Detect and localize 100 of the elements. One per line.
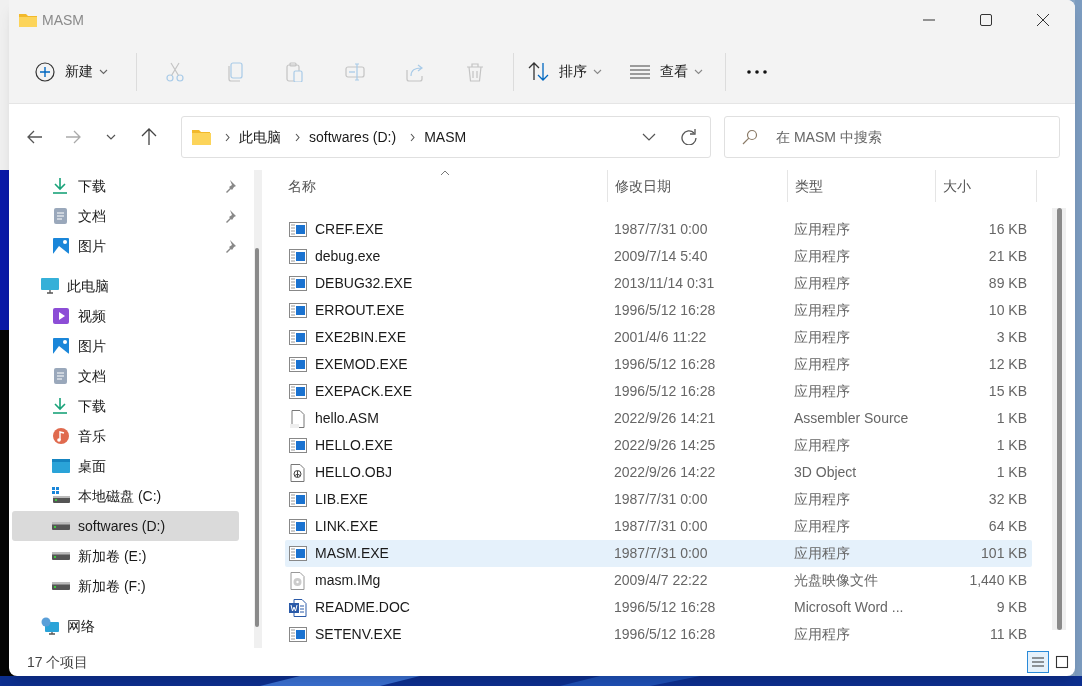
new-button[interactable]: 新建 bbox=[27, 51, 116, 92]
table-cell-text: 1 KB bbox=[995, 436, 1027, 455]
column-header[interactable]: 名称 bbox=[285, 170, 607, 202]
chevron-icon bbox=[295, 132, 301, 142]
file-row[interactable]: SETENV.EXE 1996/5/12 16:28 应用程序 11 KB bbox=[285, 621, 1032, 648]
column-header[interactable]: 修改日期 bbox=[607, 170, 787, 202]
chevron-icon bbox=[642, 133, 656, 141]
table-cell-text: 应用程序 bbox=[793, 517, 851, 536]
drive-icon bbox=[52, 582, 70, 590]
column-header[interactable]: 大小 bbox=[935, 170, 1037, 202]
network-icon bbox=[41, 617, 59, 635]
table-cell-text: 2013/11/14 0:31 bbox=[613, 274, 716, 293]
address-bar[interactable]: 此电脑 softwares (D:) MASM bbox=[181, 116, 711, 158]
breadcrumb-link[interactable]: 此电脑 bbox=[239, 126, 281, 148]
file-row[interactable]: EXE2BIN.EXE 2001/4/6 11:22 应用程序 3 KB bbox=[285, 324, 1032, 351]
tile-view-icon bbox=[1054, 654, 1070, 670]
file-row[interactable]: README.DOC 1996/5/12 16:28 Microsoft Word ... 9 KB bbox=[285, 594, 1032, 621]
sidebar-item[interactable]: 文档 bbox=[12, 201, 239, 231]
file-row[interactable]: ERROUT.EXE 1996/5/12 16:28 应用程序 10 KB bbox=[285, 297, 1032, 324]
item-count: 17 个项目 bbox=[27, 652, 89, 672]
application-icon bbox=[289, 301, 307, 320]
sort-button[interactable]: 排序 bbox=[520, 51, 610, 92]
sidebar-item[interactable]: 新加卷 (E:) bbox=[12, 541, 239, 571]
file-name: ERROUT.EXE bbox=[315, 301, 405, 320]
sidebar-item[interactable]: 文档 bbox=[12, 361, 239, 391]
table-cell-text: 应用程序 bbox=[793, 220, 851, 239]
copy-icon bbox=[225, 61, 245, 82]
sidebar-item[interactable]: 下载 bbox=[12, 171, 239, 201]
table-cell-text: 1 KB bbox=[995, 409, 1027, 428]
minimize-icon bbox=[922, 19, 935, 21]
sidebar-item[interactable]: 下载 bbox=[12, 391, 239, 421]
file-row[interactable]: LINK.EXE 1987/7/31 0:00 应用程序 64 KB bbox=[285, 513, 1032, 540]
sort-icon bbox=[528, 61, 549, 82]
arrow-icon bbox=[27, 129, 43, 145]
file-row[interactable]: EXEPACK.EXE 1996/5/12 16:28 应用程序 15 KB bbox=[285, 378, 1032, 405]
sidebar-item[interactable]: 音乐 bbox=[12, 421, 239, 451]
table-cell-text: 32 KB bbox=[987, 490, 1027, 509]
table-cell-text: 1987/7/31 0:00 bbox=[613, 517, 709, 536]
sidebar-item[interactable]: 此电脑 bbox=[12, 271, 239, 301]
file-name: EXEPACK.EXE bbox=[315, 382, 412, 401]
file-row[interactable]: LIB.EXE 1987/7/31 0:00 应用程序 32 KB bbox=[285, 486, 1032, 513]
table-cell-text: Assembler Source bbox=[793, 409, 910, 428]
table-cell-text: 1987/7/31 0:00 bbox=[613, 544, 709, 563]
scrollbar[interactable] bbox=[254, 170, 262, 648]
table-cell-text: 11 KB bbox=[988, 625, 1027, 644]
file-row[interactable]: hello.ASM 2022/9/26 14:21 Assembler Source 1 KB bbox=[285, 405, 1032, 432]
application-icon bbox=[289, 517, 307, 536]
sidebar-item[interactable]: 图片 bbox=[12, 331, 239, 361]
file-row[interactable]: EXEMOD.EXE 1996/5/12 16:28 应用程序 12 KB bbox=[285, 351, 1032, 378]
table-cell-text: 12 KB bbox=[987, 355, 1027, 374]
file-name: README.DOC bbox=[315, 598, 410, 617]
sidebar-item[interactable]: 网络 bbox=[12, 611, 239, 641]
refresh-icon bbox=[681, 129, 697, 145]
application-icon bbox=[289, 544, 307, 563]
file-row[interactable]: CREF.EXE 1987/7/31 0:00 应用程序 16 KB bbox=[285, 216, 1032, 243]
file-name: MASM.EXE bbox=[315, 544, 389, 563]
document-icon bbox=[52, 207, 70, 225]
table-cell-text: 16 KB bbox=[987, 220, 1027, 239]
sidebar-item[interactable]: 本地磁盘 (C:) bbox=[12, 481, 239, 511]
sort-caret-icon bbox=[440, 170, 450, 176]
file-row[interactable]: masm.IMg 2009/4/7 22:22 光盘映像文件 1,440 KB bbox=[285, 567, 1032, 594]
application-icon bbox=[289, 274, 307, 293]
monitor-icon bbox=[41, 277, 59, 295]
chevron-icon bbox=[694, 68, 703, 75]
drive-icon bbox=[52, 487, 70, 505]
table-cell-text: 2022/9/26 14:22 bbox=[613, 463, 717, 482]
table-cell-text: 64 KB bbox=[987, 517, 1027, 536]
close-icon bbox=[1036, 14, 1049, 26]
chevron-icon bbox=[225, 132, 231, 142]
scrollbar[interactable] bbox=[1052, 208, 1066, 630]
file-row[interactable]: HELLO.OBJ 2022/9/26 14:22 3D Object 1 KB bbox=[285, 459, 1032, 486]
column-header[interactable]: 类型 bbox=[787, 170, 935, 202]
table-cell-text: 应用程序 bbox=[793, 625, 851, 644]
view-button[interactable]: 查看 bbox=[622, 51, 711, 92]
sidebar-item[interactable]: 视频 bbox=[12, 301, 239, 331]
file-name: DEBUG32.EXE bbox=[315, 274, 413, 293]
table-cell-text: 光盘映像文件 bbox=[793, 571, 879, 590]
table-cell-text: 应用程序 bbox=[793, 436, 851, 455]
sidebar-item[interactable]: softwares (D:) bbox=[12, 511, 239, 541]
file-row[interactable]: HELLO.EXE 2022/9/26 14:25 应用程序 1 KB bbox=[285, 432, 1032, 459]
application-icon bbox=[289, 220, 307, 239]
file-row[interactable]: debug.exe 2009/7/14 5:40 应用程序 21 KB bbox=[285, 243, 1032, 270]
search-field[interactable]: 在 MASM 中搜索 bbox=[724, 116, 1060, 158]
sidebar-item[interactable]: 新加卷 (F:) bbox=[12, 571, 239, 601]
download-icon bbox=[52, 177, 70, 195]
trash-icon bbox=[465, 61, 485, 82]
sidebar-item[interactable]: 桌面 bbox=[12, 451, 239, 481]
drive-icon bbox=[52, 522, 70, 530]
file-row[interactable]: MASM.EXE 1987/7/31 0:00 应用程序 101 KB bbox=[285, 540, 1032, 567]
list-icon bbox=[630, 63, 650, 80]
table-cell-text: 2001/4/6 11:22 bbox=[613, 328, 708, 347]
breadcrumb-link[interactable]: MASM bbox=[424, 126, 467, 148]
breadcrumb-link[interactable]: softwares (D:) bbox=[309, 126, 397, 148]
arrow-icon bbox=[65, 129, 81, 145]
file-row[interactable]: DEBUG32.EXE 2013/11/14 0:31 应用程序 89 KB bbox=[285, 270, 1032, 297]
table-cell-text: 89 KB bbox=[987, 274, 1027, 293]
word-document-icon bbox=[289, 598, 307, 617]
application-icon bbox=[289, 436, 307, 455]
sidebar-item[interactable]: 图片 bbox=[12, 231, 239, 261]
application-icon bbox=[289, 328, 307, 347]
